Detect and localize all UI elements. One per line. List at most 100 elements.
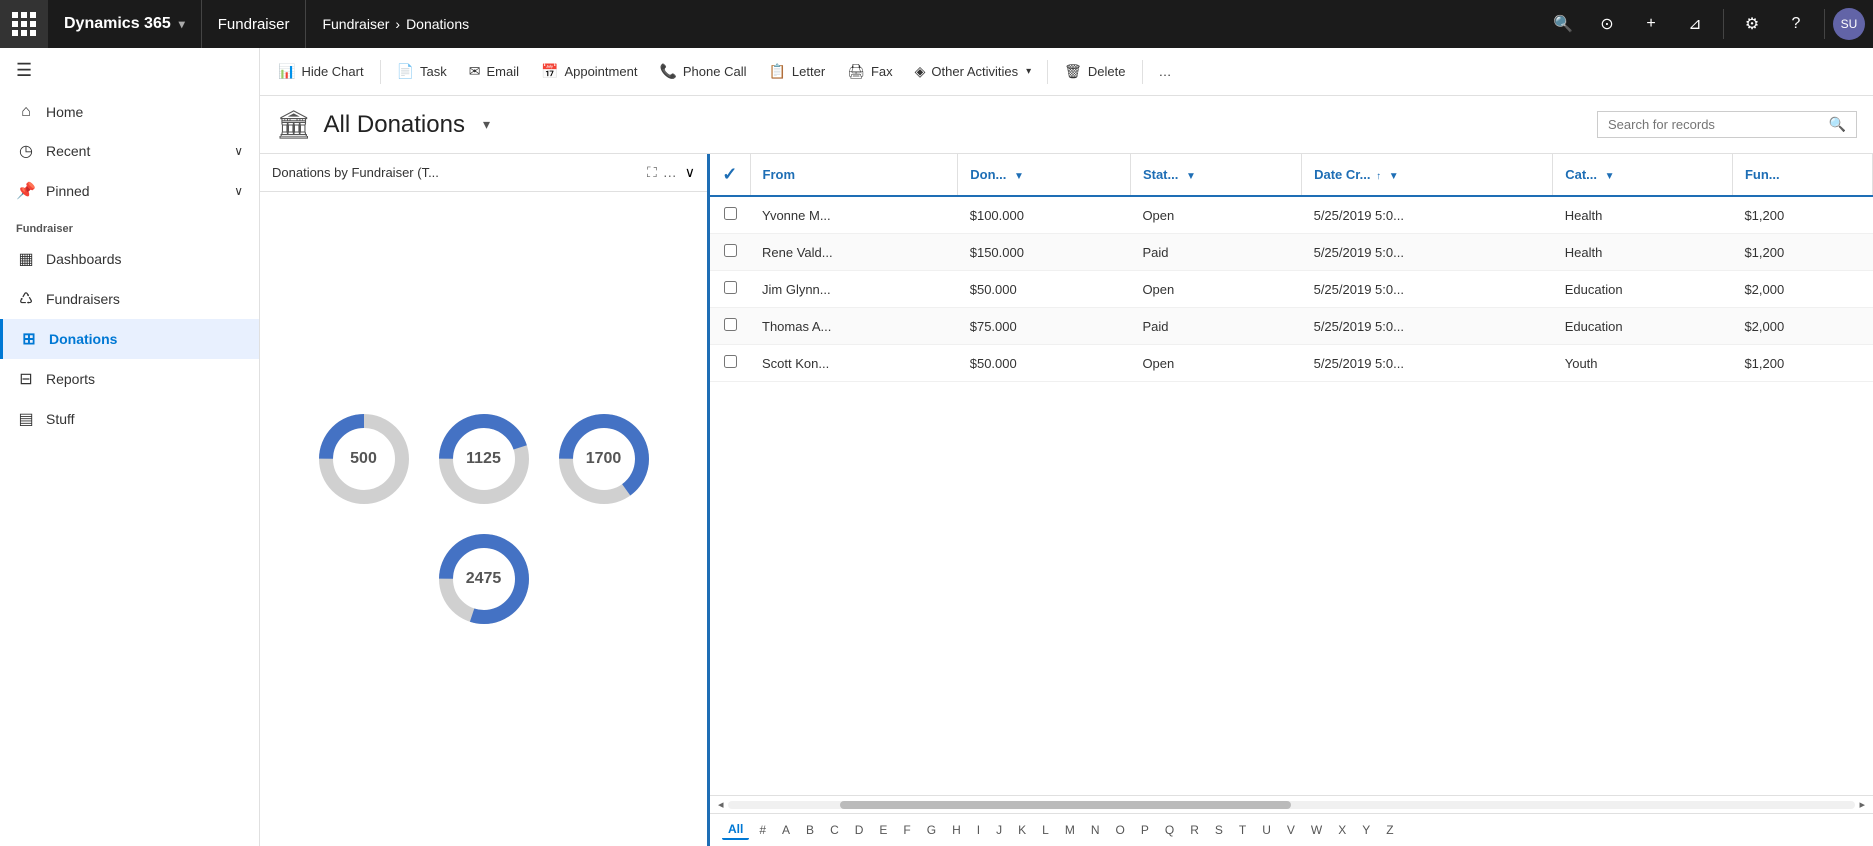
- alpha-btn-w[interactable]: W: [1305, 821, 1328, 839]
- alpha-btn-q[interactable]: Q: [1159, 821, 1180, 839]
- row-check-input[interactable]: [724, 355, 737, 368]
- scroll-left-icon[interactable]: ◂: [718, 798, 724, 811]
- filter-button[interactable]: ⊿: [1675, 4, 1715, 44]
- pinned-expand-icon[interactable]: ∨: [234, 184, 243, 198]
- category-filter-icon[interactable]: ▼: [1605, 171, 1615, 182]
- date-sort-icon[interactable]: ↑: [1376, 171, 1381, 182]
- chart-expand-icon[interactable]: ⛶: [647, 164, 657, 181]
- row-checkbox[interactable]: [710, 234, 750, 271]
- chart-dropdown-icon[interactable]: ∨: [685, 164, 695, 181]
- sidebar-item-fundraisers[interactable]: ♺ Fundraisers: [0, 279, 259, 319]
- alpha-btn-s[interactable]: S: [1209, 821, 1229, 839]
- col-donation[interactable]: Don... ▼: [958, 154, 1131, 196]
- col-checkbox[interactable]: ✓: [710, 154, 750, 196]
- row-checkbox[interactable]: [710, 308, 750, 345]
- sidebar-item-donations[interactable]: ⊞ Donations: [0, 319, 259, 359]
- alpha-btn-b[interactable]: B: [800, 821, 820, 839]
- alpha-btn-a[interactable]: A: [776, 821, 796, 839]
- alpha-btn-y[interactable]: Y: [1356, 821, 1376, 839]
- settings-button[interactable]: ⚙: [1732, 4, 1772, 44]
- alpha-btn-all[interactable]: All: [722, 820, 749, 840]
- grid-scrollbar[interactable]: ◂ ▸: [710, 795, 1873, 813]
- alpha-btn-j[interactable]: J: [990, 821, 1008, 839]
- app-title-area[interactable]: Dynamics 365 ▾: [48, 0, 202, 48]
- alpha-btn-e[interactable]: E: [873, 821, 893, 839]
- help-button[interactable]: ?: [1776, 4, 1816, 44]
- alpha-btn-g[interactable]: G: [921, 821, 942, 839]
- alpha-btn-l[interactable]: L: [1036, 821, 1055, 839]
- sidebar-hamburger[interactable]: ☰: [0, 48, 259, 93]
- hide-chart-button[interactable]: 📊 Hide Chart: [268, 57, 374, 86]
- sidebar-item-dashboards[interactable]: ▦ Dashboards: [0, 239, 259, 279]
- sidebar-item-recent[interactable]: ◷ Recent ∨: [0, 131, 259, 171]
- alpha-btn-d[interactable]: D: [849, 821, 870, 839]
- alpha-btn-o[interactable]: O: [1110, 821, 1131, 839]
- more-actions-button[interactable]: …: [1149, 58, 1182, 85]
- row-check-input[interactable]: [724, 281, 737, 294]
- alpha-btn-k[interactable]: K: [1012, 821, 1032, 839]
- alpha-btn-p[interactable]: P: [1135, 821, 1155, 839]
- add-button[interactable]: +: [1631, 4, 1671, 44]
- table-row[interactable]: Thomas A... $75.000 Paid 5/25/2019 5:0..…: [710, 308, 1873, 345]
- phone-call-button[interactable]: 📞 Phone Call: [649, 57, 756, 86]
- select-all-icon[interactable]: ✓: [722, 164, 737, 184]
- row-checkbox[interactable]: [710, 196, 750, 234]
- alpha-btn-i[interactable]: I: [971, 821, 986, 839]
- col-status[interactable]: Stat... ▼: [1130, 154, 1301, 196]
- fax-button[interactable]: 🖨 Fax: [837, 57, 902, 86]
- task-button[interactable]: 📄 Task: [387, 57, 457, 86]
- col-category[interactable]: Cat... ▼: [1553, 154, 1733, 196]
- col-date[interactable]: Date Cr... ↑ ▼: [1302, 154, 1553, 196]
- recent-button[interactable]: ⊙: [1587, 4, 1627, 44]
- alpha-btn-f[interactable]: F: [897, 821, 916, 839]
- table-row[interactable]: Scott Kon... $50.000 Open 5/25/2019 5:0.…: [710, 345, 1873, 382]
- row-checkbox[interactable]: [710, 345, 750, 382]
- recent-expand-icon[interactable]: ∨: [234, 144, 243, 158]
- alpha-btn-#[interactable]: #: [753, 821, 772, 839]
- row-check-input[interactable]: [724, 318, 737, 331]
- alpha-btn-h[interactable]: H: [946, 821, 967, 839]
- user-avatar[interactable]: SU: [1833, 8, 1865, 40]
- search-box[interactable]: 🔍: [1597, 111, 1857, 138]
- sidebar-item-home[interactable]: ⌂ Home: [0, 93, 259, 131]
- alpha-btn-t[interactable]: T: [1233, 821, 1252, 839]
- other-activities-dropdown-icon[interactable]: ▾: [1026, 66, 1031, 77]
- email-button[interactable]: ✉ Email: [459, 57, 529, 86]
- col-from[interactable]: From: [750, 154, 958, 196]
- scrollbar-thumb[interactable]: [840, 801, 1291, 809]
- other-activities-button[interactable]: ◈ Other Activities ▾: [905, 57, 1042, 86]
- table-row[interactable]: Rene Vald... $150.000 Paid 5/25/2019 5:0…: [710, 234, 1873, 271]
- search-input[interactable]: [1608, 117, 1823, 132]
- page-title-dropdown-icon[interactable]: ▾: [483, 116, 490, 133]
- module-title[interactable]: Fundraiser: [202, 0, 307, 48]
- table-row[interactable]: Jim Glynn... $50.000 Open 5/25/2019 5:0.…: [710, 271, 1873, 308]
- sidebar-item-pinned[interactable]: 📌 Pinned ∨: [0, 171, 259, 211]
- chart-options-icon[interactable]: …: [663, 164, 677, 181]
- table-row[interactable]: Yvonne M... $100.000 Open 5/25/2019 5:0.…: [710, 196, 1873, 234]
- alpha-btn-n[interactable]: N: [1085, 821, 1106, 839]
- row-checkbox[interactable]: [710, 271, 750, 308]
- sidebar-item-reports[interactable]: ⊟ Reports: [0, 359, 259, 399]
- date-filter-icon[interactable]: ▼: [1389, 171, 1399, 182]
- col-fundraiser[interactable]: Fun...: [1732, 154, 1872, 196]
- alpha-btn-z[interactable]: Z: [1380, 821, 1399, 839]
- search-button[interactable]: 🔍: [1543, 4, 1583, 44]
- row-check-input[interactable]: [724, 207, 737, 220]
- app-dropdown-icon[interactable]: ▾: [179, 17, 185, 31]
- scrollbar-track[interactable]: [728, 801, 1856, 809]
- alpha-btn-v[interactable]: V: [1281, 821, 1301, 839]
- sidebar-item-stuff[interactable]: ▤ Stuff: [0, 399, 259, 439]
- alpha-btn-u[interactable]: U: [1256, 821, 1277, 839]
- alpha-btn-m[interactable]: M: [1059, 821, 1081, 839]
- row-check-input[interactable]: [724, 244, 737, 257]
- alpha-btn-c[interactable]: C: [824, 821, 845, 839]
- donation-filter-icon[interactable]: ▼: [1014, 171, 1024, 182]
- appointment-button[interactable]: 📅 Appointment: [531, 57, 647, 86]
- alpha-btn-x[interactable]: X: [1332, 821, 1352, 839]
- grid-table-wrapper[interactable]: ✓ From Don... ▼ Stat...: [710, 154, 1873, 795]
- letter-button[interactable]: 📋 Letter: [758, 57, 835, 86]
- waffle-button[interactable]: [0, 0, 48, 48]
- alpha-btn-r[interactable]: R: [1184, 821, 1205, 839]
- delete-button[interactable]: 🗑 Delete: [1054, 57, 1135, 86]
- status-filter-icon[interactable]: ▼: [1186, 171, 1196, 182]
